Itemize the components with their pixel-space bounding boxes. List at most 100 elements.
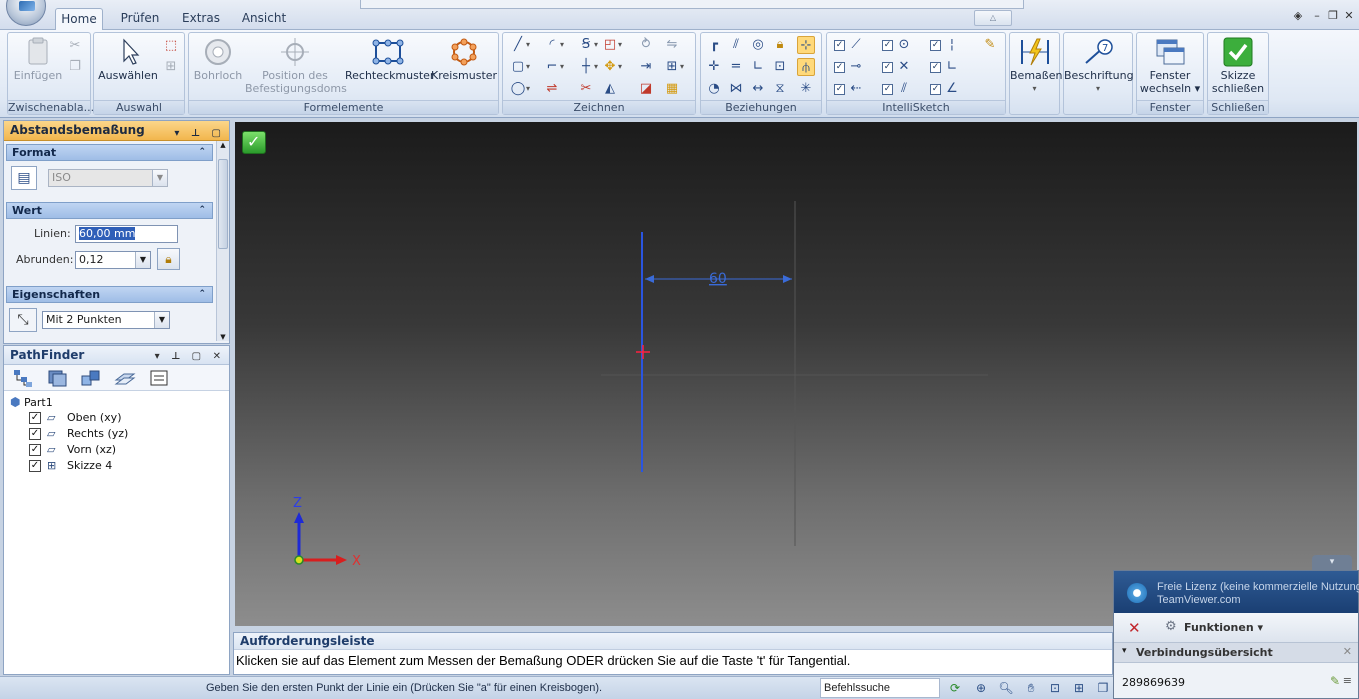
ribbon-minimize-button[interactable]: △ (974, 10, 1012, 26)
tab-home[interactable]: Home (55, 8, 103, 31)
set-symmetry-axis-icon[interactable]: ⧖ (771, 80, 789, 98)
relationship-assistant-icon[interactable]: ✳ (797, 80, 815, 98)
pattern-icon[interactable]: ⊞ (663, 58, 684, 76)
trim-icon[interactable]: ⌐ (543, 58, 564, 76)
rechteckmuster-button[interactable]: Rechteckmuster (345, 37, 434, 82)
copy-icon[interactable]: ❐ (66, 58, 84, 76)
parallel-icon[interactable]: ⫽ (727, 36, 745, 54)
zoom-area-icon[interactable]: ⊕ (972, 680, 990, 696)
tree-item-rechts[interactable]: ✓ ▱ Rechts (yz) (29, 426, 219, 442)
lock-icon[interactable]: 🔒︎ (771, 36, 789, 54)
pin-icon[interactable]: ✕ (1343, 645, 1352, 658)
offset-icon[interactable]: ⇥ (637, 58, 655, 76)
move-icon[interactable]: ✥ (601, 58, 622, 76)
measure-mode-icon[interactable]: ⤡ (9, 308, 37, 332)
connect-icon[interactable]: ┏ (705, 36, 723, 54)
scroll-thumb[interactable] (218, 159, 228, 249)
dimension-value[interactable]: 60 (709, 271, 727, 287)
collinear-icon[interactable]: ↔ (749, 80, 767, 98)
symmetric-icon[interactable]: ⋈ (727, 80, 745, 98)
project-icon[interactable]: ◪ (637, 80, 655, 98)
intellisketch-checkbox-4[interactable]: ✓ (834, 62, 845, 73)
section-format-header[interactable]: Format ⌃ (6, 144, 213, 161)
scroll-up-icon[interactable]: ▲ (217, 141, 229, 149)
fill-icon[interactable]: ▦ (663, 80, 681, 98)
fit-icon[interactable]: ⊡ (1046, 680, 1064, 696)
horizontal-vertical-icon[interactable]: ✛ (705, 58, 723, 76)
auswaehlen-button[interactable]: Auswählen (98, 37, 158, 82)
zoom-icon[interactable]: 🔍︎ (997, 680, 1015, 696)
delete-icon[interactable]: ✂ (577, 80, 595, 98)
section-wert-header[interactable]: Wert ⌃ (6, 202, 213, 219)
visibility-checkbox[interactable]: ✓ (29, 412, 41, 424)
tree-root-part1[interactable]: ⬢ Part1 (10, 394, 53, 410)
kreismuster-button[interactable]: Kreismuster (431, 37, 497, 82)
teamviewer-collapse-tab[interactable]: ▾ (1312, 555, 1352, 570)
visibility-checkbox[interactable]: ✓ (29, 428, 41, 440)
standard-select[interactable]: ISO ▼ (48, 169, 168, 187)
pan-icon[interactable]: ✋︎ (1022, 680, 1040, 696)
bohrloch-button[interactable]: Bohrloch (191, 37, 245, 82)
einfuegen-button[interactable]: Einfügen (12, 37, 64, 82)
command-search-input[interactable]: Befehlssuche (820, 678, 940, 698)
intellisketch-checkbox-1[interactable]: ✓ (834, 40, 845, 51)
extend-icon[interactable]: ┼ (577, 58, 598, 76)
befestigungsdom-button[interactable]: Position des Befestigungsdoms (245, 37, 347, 95)
command-bar-scrollbar[interactable]: ▲ ▼ (216, 141, 229, 341)
window-icon[interactable]: ❐ (1094, 680, 1112, 696)
filter-list-icon[interactable] (148, 368, 170, 388)
intellisketch-checkbox-7[interactable]: ✓ (834, 84, 845, 95)
maintain-relationships-icon[interactable]: ⫛ (797, 58, 815, 76)
fillet-icon[interactable]: ◰ (601, 36, 622, 54)
close-icon[interactable]: ✕ (1341, 9, 1357, 23)
bemassen-button[interactable]: Bemaßen ▾ (1010, 37, 1062, 95)
teamviewer-functions-menu[interactable]: Funktionen ▾ (1184, 621, 1263, 634)
rigid-set-icon[interactable]: ⊡ (771, 58, 789, 76)
measure-mode-select[interactable]: Mit 2 Punkten ▼ (42, 311, 170, 329)
cut-icon[interactable]: ✂ (66, 37, 84, 55)
scroll-down-icon[interactable]: ▼ (217, 333, 229, 341)
view-orient-icon[interactable]: ⊞ (1070, 680, 1088, 696)
intellisketch-checkbox-5[interactable]: ✓ (882, 62, 893, 73)
select-tool-icon[interactable]: ⬚ (162, 37, 180, 55)
linien-input[interactable]: 60,00 mm (75, 225, 178, 243)
tree-item-oben[interactable]: ✓ ▱ Oben (xy) (29, 410, 219, 426)
sketch-canvas[interactable]: 60 Z X (235, 122, 1357, 626)
teamviewer-connections-header[interactable]: ▾ Verbindungsübersicht ✕ (1114, 643, 1358, 663)
application-button[interactable] (6, 0, 46, 26)
tree-view-icon[interactable] (12, 368, 34, 388)
dimension-style-icon[interactable]: ▤ (11, 166, 37, 190)
minimize-icon[interactable]: – (1309, 9, 1325, 23)
split-icon[interactable]: ⇌ (543, 80, 561, 98)
graphics-viewport[interactable]: 60 Z X (235, 122, 1357, 626)
rectangle-icon[interactable]: ▢ (509, 58, 530, 76)
perpendicular-icon[interactable]: ∟ (749, 58, 767, 76)
filter-icon[interactable]: ⊞ (162, 58, 180, 76)
assembly-icon[interactable] (80, 368, 102, 388)
tree-item-vorn[interactable]: ✓ ▱ Vorn (xz) (29, 442, 219, 458)
arc-icon[interactable]: ◜ (543, 36, 564, 54)
relationship-handles-icon[interactable]: ⊹ (797, 36, 815, 54)
equal-icon[interactable]: = (727, 58, 745, 76)
curve-icon[interactable]: Ꞩ (577, 36, 598, 54)
close-session-icon[interactable]: ✕ (1128, 619, 1141, 637)
line-icon[interactable]: ╱ (509, 36, 530, 54)
circle-icon[interactable]: ◯ (509, 80, 530, 98)
tab-pruefen[interactable]: Prüfen (114, 8, 166, 30)
panel-controls[interactable]: ▾ ⊥ ▢ ✕ (155, 348, 225, 366)
layers-icon[interactable] (46, 368, 68, 388)
concentric-icon[interactable]: ◎ (749, 36, 767, 54)
tree-item-skizze[interactable]: ✓ ⊞ Skizze 4 (29, 458, 219, 474)
beschriftung-button[interactable]: 7 Beschriftung ▾ (1064, 37, 1134, 95)
tab-extras[interactable]: Extras (176, 8, 226, 30)
lock-icon[interactable]: 🔒︎ (157, 248, 180, 270)
intellisketch-checkbox-9[interactable]: ✓ (930, 84, 941, 95)
restore-icon[interactable]: ❐ (1325, 9, 1341, 23)
tangent-icon[interactable]: ◔ (705, 80, 723, 98)
mirror-icon[interactable]: ⇋ (663, 36, 681, 54)
session-menu-icon[interactable]: ≡ (1343, 674, 1352, 687)
intellisketch-options-icon[interactable]: ✎ (981, 36, 999, 54)
abrunden-select[interactable]: 0,12 ▼ (75, 251, 151, 269)
intellisketch-checkbox-6[interactable]: ✓ (930, 62, 941, 73)
section-eigenschaften-header[interactable]: Eigenschaften ⌃ (6, 286, 213, 303)
